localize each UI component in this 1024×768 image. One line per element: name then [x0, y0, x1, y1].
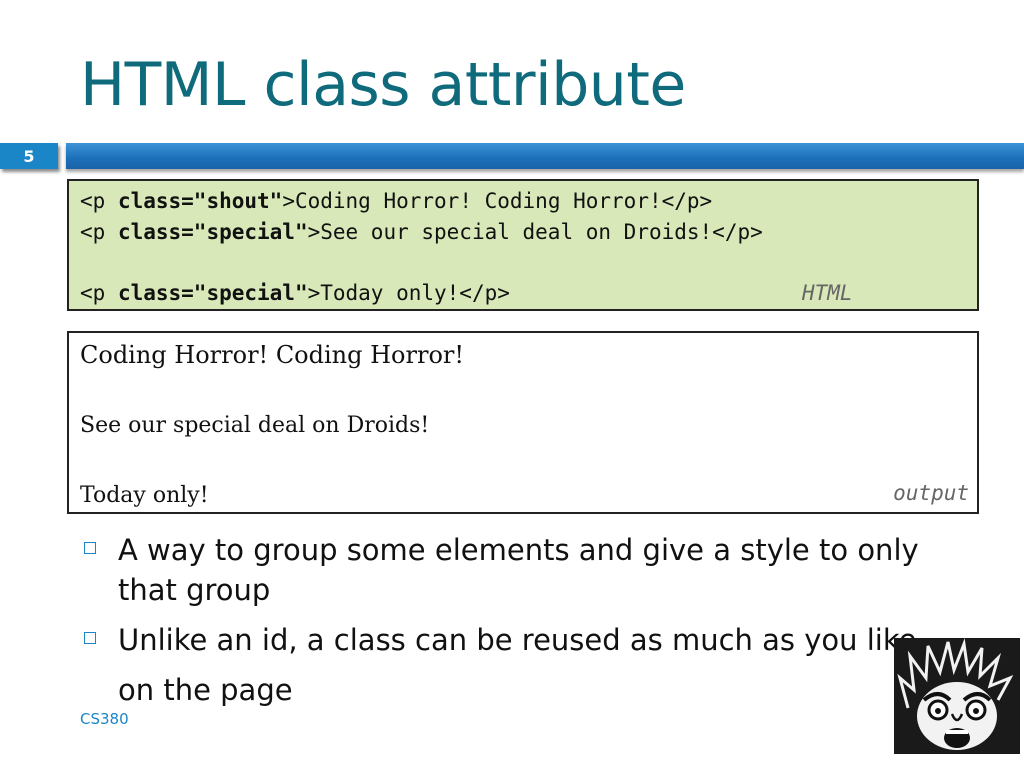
code-attribute: class="special"	[117, 220, 308, 244]
bullet-item: Unlike an id, a class can be reused as m…	[84, 620, 924, 710]
title-divider-bar	[66, 143, 1024, 169]
code-line: <p class="shout">Coding Horror! Coding H…	[80, 189, 712, 213]
code-token: >See our special deal on Droids!</p>	[307, 220, 763, 244]
output-box: Coding Horror! Coding Horror! See our sp…	[67, 331, 979, 514]
code-token: <p	[80, 189, 118, 213]
code-token: <p	[80, 220, 118, 244]
output-special-paragraph: See our special deal on Droids!	[80, 413, 430, 438]
footer-course-label: CS380	[80, 710, 129, 728]
code-line: <p class="special">See our special deal …	[80, 220, 763, 244]
bullet-text: on the page	[118, 673, 293, 707]
output-shout-paragraph: Coding Horror! Coding Horror!	[80, 341, 465, 369]
output-label: output	[893, 481, 969, 505]
slide-title: HTML class attribute	[80, 50, 686, 120]
bullet-item: A way to group some elements and give a …	[84, 530, 924, 610]
html-label: HTML	[802, 281, 853, 305]
code-attribute: class="shout"	[117, 189, 283, 213]
screaming-man-cartoon-icon	[894, 638, 1020, 754]
html-code-box: <p class="shout">Coding Horror! Coding H…	[67, 179, 979, 311]
square-bullet-icon	[84, 542, 96, 554]
bullet-list: A way to group some elements and give a …	[84, 530, 924, 710]
code-token: >Coding Horror! Coding Horror!</p>	[282, 189, 713, 213]
square-bullet-icon	[84, 632, 96, 644]
code-line: <p class="special">Today only!</p>	[80, 281, 510, 305]
bullet-text: Unlike an id, a class can be reused as m…	[118, 623, 917, 657]
bullet-text: A way to group some elements and give a …	[118, 533, 919, 607]
code-token: >Today only!</p>	[307, 281, 510, 305]
code-token: <p	[80, 281, 118, 305]
code-attribute: class="special"	[117, 281, 308, 305]
slide-number: 5	[0, 143, 58, 169]
output-today-paragraph: Today only!	[80, 483, 209, 508]
